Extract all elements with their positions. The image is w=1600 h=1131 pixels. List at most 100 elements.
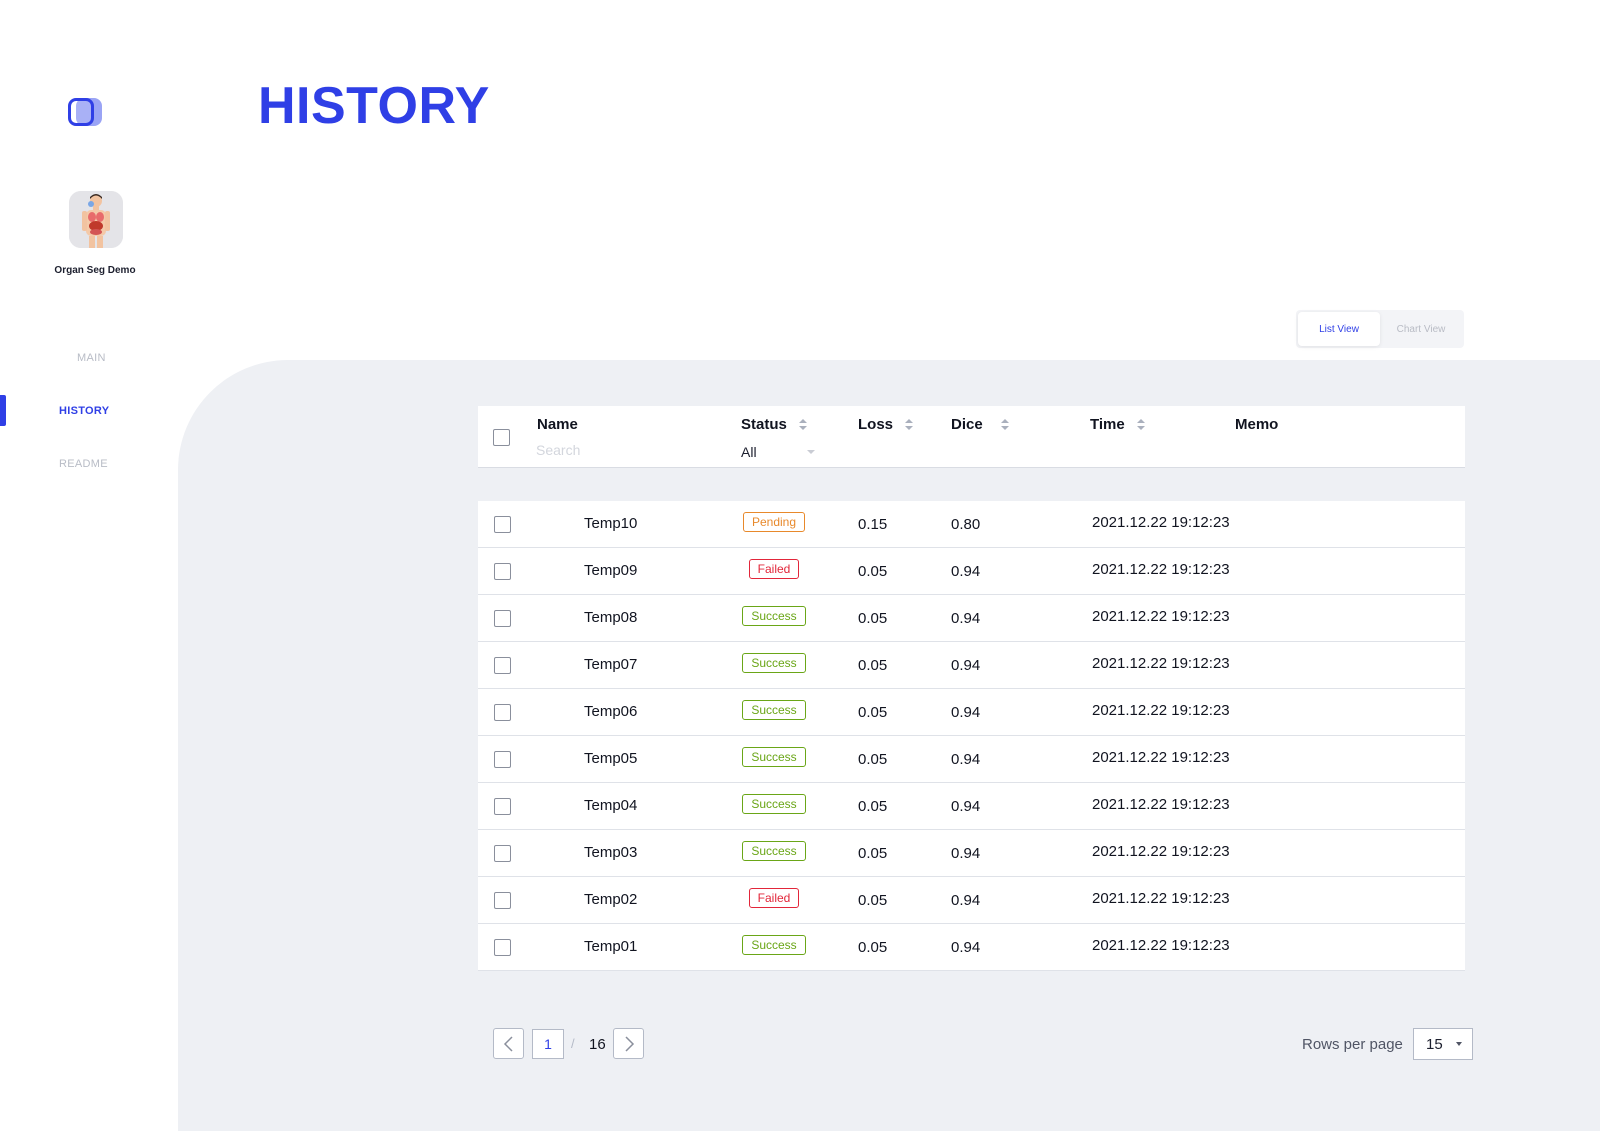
table-row[interactable]: Temp01 Success 0.05 0.94 2021.12.22 19:12:23 — [478, 924, 1465, 971]
cell-status: Success — [724, 935, 824, 955]
rows-per-page-select[interactable]: 15 — [1413, 1028, 1473, 1060]
row-checkbox[interactable] — [494, 516, 511, 533]
status-badge: Success — [742, 794, 806, 814]
row-checkbox[interactable] — [494, 704, 511, 721]
cell-time: 2021.12.22 19:12:23 — [1092, 749, 1230, 766]
cell-time: 2021.12.22 19:12:23 — [1092, 608, 1230, 625]
view-toggle: List View Chart View — [1296, 310, 1464, 348]
sidebar-item-readme[interactable]: README — [0, 458, 180, 470]
status-badge: Success — [742, 653, 806, 673]
cell-status: Failed — [724, 559, 824, 579]
cell-status: Pending — [724, 512, 824, 532]
sort-arrows-icon[interactable] — [798, 419, 807, 430]
row-checkbox[interactable] — [494, 657, 511, 674]
status-badge: Success — [742, 606, 806, 626]
list-view-tab[interactable]: List View — [1298, 312, 1380, 346]
caret-down-icon — [807, 450, 815, 454]
column-header-loss[interactable]: Loss — [858, 416, 914, 433]
column-label-memo: Memo — [1235, 416, 1279, 433]
sidebar-item-main[interactable]: MAIN — [0, 352, 180, 364]
row-checkbox[interactable] — [494, 751, 511, 768]
cell-time: 2021.12.22 19:12:23 — [1092, 655, 1230, 672]
table-row[interactable]: Temp08 Success 0.05 0.94 2021.12.22 19:12:23 — [478, 595, 1465, 642]
status-filter-select[interactable]: All — [741, 444, 815, 460]
table-row[interactable]: Temp10 Pending 0.15 0.80 2021.12.22 19:12:23 — [478, 501, 1465, 548]
row-checkbox[interactable] — [494, 892, 511, 909]
project-name: Organ Seg Demo — [54, 265, 136, 276]
table-body: Temp10 Pending 0.15 0.80 2021.12.22 19:12:23… — [478, 501, 1465, 971]
table-row[interactable]: Temp04 Success 0.05 0.94 2021.12.22 19:12:23 — [478, 783, 1465, 830]
select-all-checkbox[interactable] — [493, 429, 510, 446]
sort-arrows-icon[interactable] — [905, 419, 914, 430]
sort-arrows-icon[interactable] — [1136, 419, 1145, 430]
cell-loss: 0.05 — [858, 563, 888, 580]
column-label-time: Time — [1090, 416, 1125, 433]
cell-name: Temp08 — [584, 609, 638, 626]
column-label-loss: Loss — [858, 416, 894, 433]
column-header-dice[interactable]: Dice — [951, 416, 1009, 433]
status-filter-value: All — [741, 444, 757, 460]
column-header-name: Name — [537, 416, 578, 433]
next-page-button[interactable] — [613, 1028, 644, 1059]
table-row[interactable]: Temp05 Success 0.05 0.94 2021.12.22 19:12:23 — [478, 736, 1465, 783]
cell-loss: 0.05 — [858, 610, 888, 627]
cell-status: Success — [724, 794, 824, 814]
cell-loss: 0.05 — [858, 657, 888, 674]
cell-loss: 0.05 — [858, 845, 888, 862]
row-checkbox[interactable] — [494, 798, 511, 815]
app-logo-icon[interactable] — [68, 96, 102, 128]
cell-loss: 0.05 — [858, 798, 888, 815]
row-checkbox[interactable] — [494, 563, 511, 580]
cell-dice: 0.94 — [951, 657, 981, 674]
status-badge: Failed — [748, 888, 800, 908]
cell-dice: 0.94 — [951, 798, 981, 815]
chart-view-tab[interactable]: Chart View — [1380, 312, 1462, 346]
cell-dice: 0.80 — [951, 516, 981, 533]
cell-name: Temp10 — [584, 515, 638, 532]
cell-loss: 0.05 — [858, 704, 888, 721]
cell-name: Temp05 — [584, 750, 638, 767]
column-header-status[interactable]: Status — [741, 416, 807, 433]
cell-time: 2021.12.22 19:12:23 — [1092, 796, 1230, 813]
cell-time: 2021.12.22 19:12:23 — [1092, 561, 1230, 578]
cell-dice: 0.94 — [951, 892, 981, 909]
table-row[interactable]: Temp07 Success 0.05 0.94 2021.12.22 19:12:23 — [478, 642, 1465, 689]
column-header-time[interactable]: Time — [1090, 416, 1145, 433]
cell-status: Failed — [724, 888, 824, 908]
cell-name: Temp03 — [584, 844, 638, 861]
table-row[interactable]: Temp06 Success 0.05 0.94 2021.12.22 19:12:23 — [478, 689, 1465, 736]
cell-time: 2021.12.22 19:12:23 — [1092, 937, 1230, 954]
project-avatar[interactable] — [69, 191, 123, 248]
cell-loss: 0.05 — [858, 939, 888, 956]
name-search-input[interactable] — [536, 442, 706, 458]
sidebar-item-history[interactable]: HISTORY — [0, 405, 180, 417]
status-badge: Success — [742, 935, 806, 955]
cell-status: Success — [724, 653, 824, 673]
current-page-input[interactable]: 1 — [532, 1029, 564, 1059]
cell-name: Temp07 — [584, 656, 638, 673]
row-checkbox[interactable] — [494, 610, 511, 627]
table-row[interactable]: Temp03 Success 0.05 0.94 2021.12.22 19:12:23 — [478, 830, 1465, 877]
row-checkbox[interactable] — [494, 939, 511, 956]
cell-status: Success — [724, 841, 824, 861]
chevron-left-icon — [503, 1035, 513, 1052]
prev-page-button[interactable] — [493, 1028, 524, 1059]
cell-dice: 0.94 — [951, 563, 981, 580]
status-badge: Success — [742, 841, 806, 861]
column-header-memo: Memo — [1235, 416, 1278, 433]
chevron-right-icon — [624, 1035, 634, 1052]
row-checkbox[interactable] — [494, 845, 511, 862]
status-badge: Pending — [742, 512, 806, 532]
cell-time: 2021.12.22 19:12:23 — [1092, 514, 1230, 531]
cell-loss: 0.15 — [858, 516, 888, 533]
cell-name: Temp01 — [584, 938, 638, 955]
table-row[interactable]: Temp02 Failed 0.05 0.94 2021.12.22 19:12:23 — [478, 877, 1465, 924]
cell-status: Success — [724, 747, 824, 767]
table-header: Name Status All Loss Dice Time Memo — [478, 406, 1465, 468]
page-title: HISTORY — [258, 77, 490, 135]
sort-arrows-icon[interactable] — [1000, 419, 1009, 430]
cell-status: Success — [724, 606, 824, 626]
cell-dice: 0.94 — [951, 610, 981, 627]
column-label-name: Name — [537, 416, 578, 433]
table-row[interactable]: Temp09 Failed 0.05 0.94 2021.12.22 19:12:23 — [478, 548, 1465, 595]
